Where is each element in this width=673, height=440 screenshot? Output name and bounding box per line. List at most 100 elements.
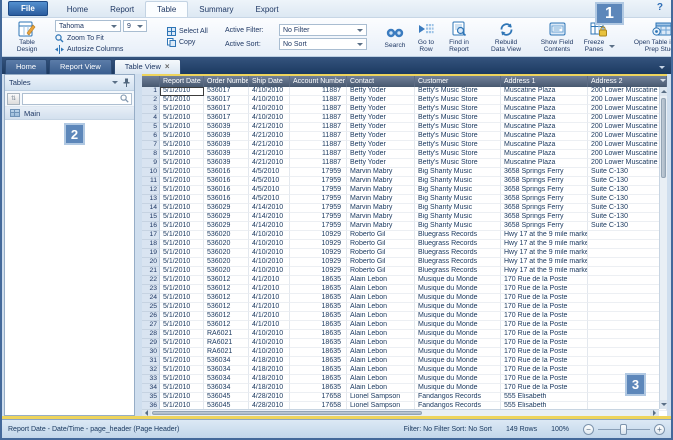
table-design-button[interactable]: Table Design bbox=[7, 20, 47, 55]
table-cell[interactable]: Hwy 17 at the 9 mile marker bbox=[501, 258, 588, 267]
row-number[interactable]: 19 bbox=[142, 249, 160, 258]
row-number[interactable]: 25 bbox=[142, 303, 160, 312]
table-cell[interactable] bbox=[588, 321, 667, 330]
table-cell[interactable]: 4/21/2010 bbox=[249, 132, 290, 141]
table-cell[interactable]: Musique du Monde bbox=[415, 276, 501, 285]
table-row[interactable]: 165/1/20105360294/14/201017959Marvin Mab… bbox=[142, 222, 667, 231]
table-cell[interactable]: Alain Lebon bbox=[347, 330, 415, 339]
table-cell[interactable]: 10929 bbox=[290, 258, 347, 267]
table-cell[interactable]: Big Shanty Music bbox=[415, 222, 501, 231]
table-cell[interactable]: Betty's Music Store bbox=[415, 114, 501, 123]
table-cell[interactable]: 536016 bbox=[204, 177, 249, 186]
table-cell[interactable]: 4/21/2010 bbox=[249, 123, 290, 132]
table-cell[interactable]: 18635 bbox=[290, 330, 347, 339]
table-cell[interactable]: 18635 bbox=[290, 384, 347, 393]
column-header[interactable]: Customer bbox=[415, 76, 501, 87]
table-cell[interactable]: 18635 bbox=[290, 357, 347, 366]
table-cell[interactable] bbox=[588, 240, 667, 249]
table-cell[interactable]: 3658 Springs Ferry bbox=[501, 204, 588, 213]
table-cell[interactable]: 4/14/2010 bbox=[249, 222, 290, 231]
table-cell[interactable]: Betty's Music Store bbox=[415, 150, 501, 159]
table-cell[interactable]: 10929 bbox=[290, 267, 347, 276]
table-cell[interactable]: Roberto Gil bbox=[347, 267, 415, 276]
table-cell[interactable]: 5/1/2010 bbox=[160, 357, 204, 366]
table-cell[interactable]: Marvin Mabry bbox=[347, 204, 415, 213]
table-cell[interactable] bbox=[588, 267, 667, 276]
row-number[interactable]: 33 bbox=[142, 375, 160, 384]
table-cell[interactable]: 3658 Springs Ferry bbox=[501, 222, 588, 231]
table-row[interactable]: 335/1/20105360344/18/201018635Alain Lebo… bbox=[142, 375, 667, 384]
table-cell[interactable]: 3658 Springs Ferry bbox=[501, 177, 588, 186]
table-row[interactable]: 205/1/20105360204/10/201010929Roberto Gi… bbox=[142, 258, 667, 267]
row-number[interactable]: 32 bbox=[142, 366, 160, 375]
table-cell[interactable]: 4/18/2010 bbox=[249, 375, 290, 384]
table-cell[interactable]: 18635 bbox=[290, 321, 347, 330]
table-cell[interactable]: 200 Lower Muscatine bbox=[588, 105, 667, 114]
table-cell[interactable] bbox=[588, 231, 667, 240]
table-row[interactable]: 195/1/20105360204/10/201010929Roberto Gi… bbox=[142, 249, 667, 258]
chevron-down-icon[interactable] bbox=[112, 81, 118, 84]
table-cell[interactable] bbox=[588, 294, 667, 303]
table-cell[interactable]: Suite C-130 bbox=[588, 204, 667, 213]
copy-button[interactable]: Copy bbox=[167, 38, 217, 47]
table-cell[interactable]: Betty's Music Store bbox=[415, 87, 501, 96]
table-cell[interactable]: Marvin Mabry bbox=[347, 168, 415, 177]
tab-summary[interactable]: Summary bbox=[188, 2, 244, 17]
table-cell[interactable]: Hwy 17 at the 9 mile marker bbox=[501, 240, 588, 249]
table-cell[interactable]: 4/1/2010 bbox=[249, 294, 290, 303]
table-cell[interactable]: Betty's Music Store bbox=[415, 105, 501, 114]
table-cell[interactable]: 5/1/2010 bbox=[160, 375, 204, 384]
table-cell[interactable]: 3658 Springs Ferry bbox=[501, 213, 588, 222]
row-number[interactable]: 18 bbox=[142, 240, 160, 249]
table-cell[interactable]: Muscatine Plaza bbox=[501, 105, 588, 114]
table-cell[interactable]: 11887 bbox=[290, 87, 347, 96]
zoom-slider-thumb[interactable] bbox=[620, 424, 627, 435]
table-cell[interactable]: 4/1/2010 bbox=[249, 303, 290, 312]
tables-search-input[interactable] bbox=[25, 95, 120, 102]
table-cell[interactable]: 5/1/2010 bbox=[160, 231, 204, 240]
table-cell[interactable]: Betty's Music Store bbox=[415, 123, 501, 132]
table-cell[interactable]: Alain Lebon bbox=[347, 294, 415, 303]
table-cell[interactable]: 170 Rue de la Poste bbox=[501, 339, 588, 348]
row-number[interactable]: 16 bbox=[142, 222, 160, 231]
table-row[interactable]: 345/1/20105360344/18/201018635Alain Lebo… bbox=[142, 384, 667, 393]
table-cell[interactable]: 5/1/2010 bbox=[160, 96, 204, 105]
table-cell[interactable]: Suite C-130 bbox=[588, 168, 667, 177]
table-cell[interactable]: 536012 bbox=[204, 321, 249, 330]
table-cell[interactable]: Roberto Gil bbox=[347, 231, 415, 240]
tab-home[interactable]: Home bbox=[56, 2, 99, 17]
table-row[interactable]: 75/1/20105360394/21/201011887Betty Yoder… bbox=[142, 141, 667, 150]
table-cell[interactable]: Betty's Music Store bbox=[415, 132, 501, 141]
table-cell[interactable]: 5/1/2010 bbox=[160, 150, 204, 159]
row-number[interactable]: 1 bbox=[142, 87, 160, 96]
table-cell[interactable]: 5/1/2010 bbox=[160, 276, 204, 285]
table-cell[interactable]: Musique du Monde bbox=[415, 339, 501, 348]
table-cell[interactable]: 18635 bbox=[290, 294, 347, 303]
vertical-scroll-thumb[interactable] bbox=[661, 98, 666, 178]
tab-export[interactable]: Export bbox=[245, 2, 290, 17]
table-cell[interactable]: 5/1/2010 bbox=[160, 339, 204, 348]
table-cell[interactable]: 5/1/2010 bbox=[160, 267, 204, 276]
table-cell[interactable]: 536034 bbox=[204, 366, 249, 375]
row-number[interactable]: 21 bbox=[142, 267, 160, 276]
table-cell[interactable]: Hwy 17 at the 9 mile marker bbox=[501, 231, 588, 240]
table-row[interactable]: 105/1/20105360164/5/201017959Marvin Mabr… bbox=[142, 168, 667, 177]
table-row[interactable]: 285/1/2010RA60214/10/201018635Alain Lebo… bbox=[142, 330, 667, 339]
table-cell[interactable]: 4/28/2010 bbox=[249, 393, 290, 402]
table-cell[interactable]: 536020 bbox=[204, 267, 249, 276]
table-cell[interactable]: 4/18/2010 bbox=[249, 384, 290, 393]
search-button[interactable]: Search bbox=[379, 23, 411, 51]
table-row[interactable]: 245/1/20105360124/1/201018635Alain Lebon… bbox=[142, 294, 667, 303]
table-cell[interactable]: 5/1/2010 bbox=[160, 186, 204, 195]
table-cell[interactable]: Musique du Monde bbox=[415, 330, 501, 339]
table-cell[interactable]: 4/14/2010 bbox=[249, 204, 290, 213]
table-cell[interactable]: Alain Lebon bbox=[347, 339, 415, 348]
row-number[interactable]: 11 bbox=[142, 177, 160, 186]
table-cell[interactable]: 200 Lower Muscatine bbox=[588, 123, 667, 132]
table-row[interactable]: 315/1/20105360344/18/201018635Alain Lebo… bbox=[142, 357, 667, 366]
table-cell[interactable]: Alain Lebon bbox=[347, 357, 415, 366]
table-cell[interactable]: Musique du Monde bbox=[415, 312, 501, 321]
scroll-down-button[interactable] bbox=[660, 400, 667, 409]
sidebar-splitter[interactable] bbox=[135, 74, 142, 416]
row-number[interactable]: 7 bbox=[142, 141, 160, 150]
